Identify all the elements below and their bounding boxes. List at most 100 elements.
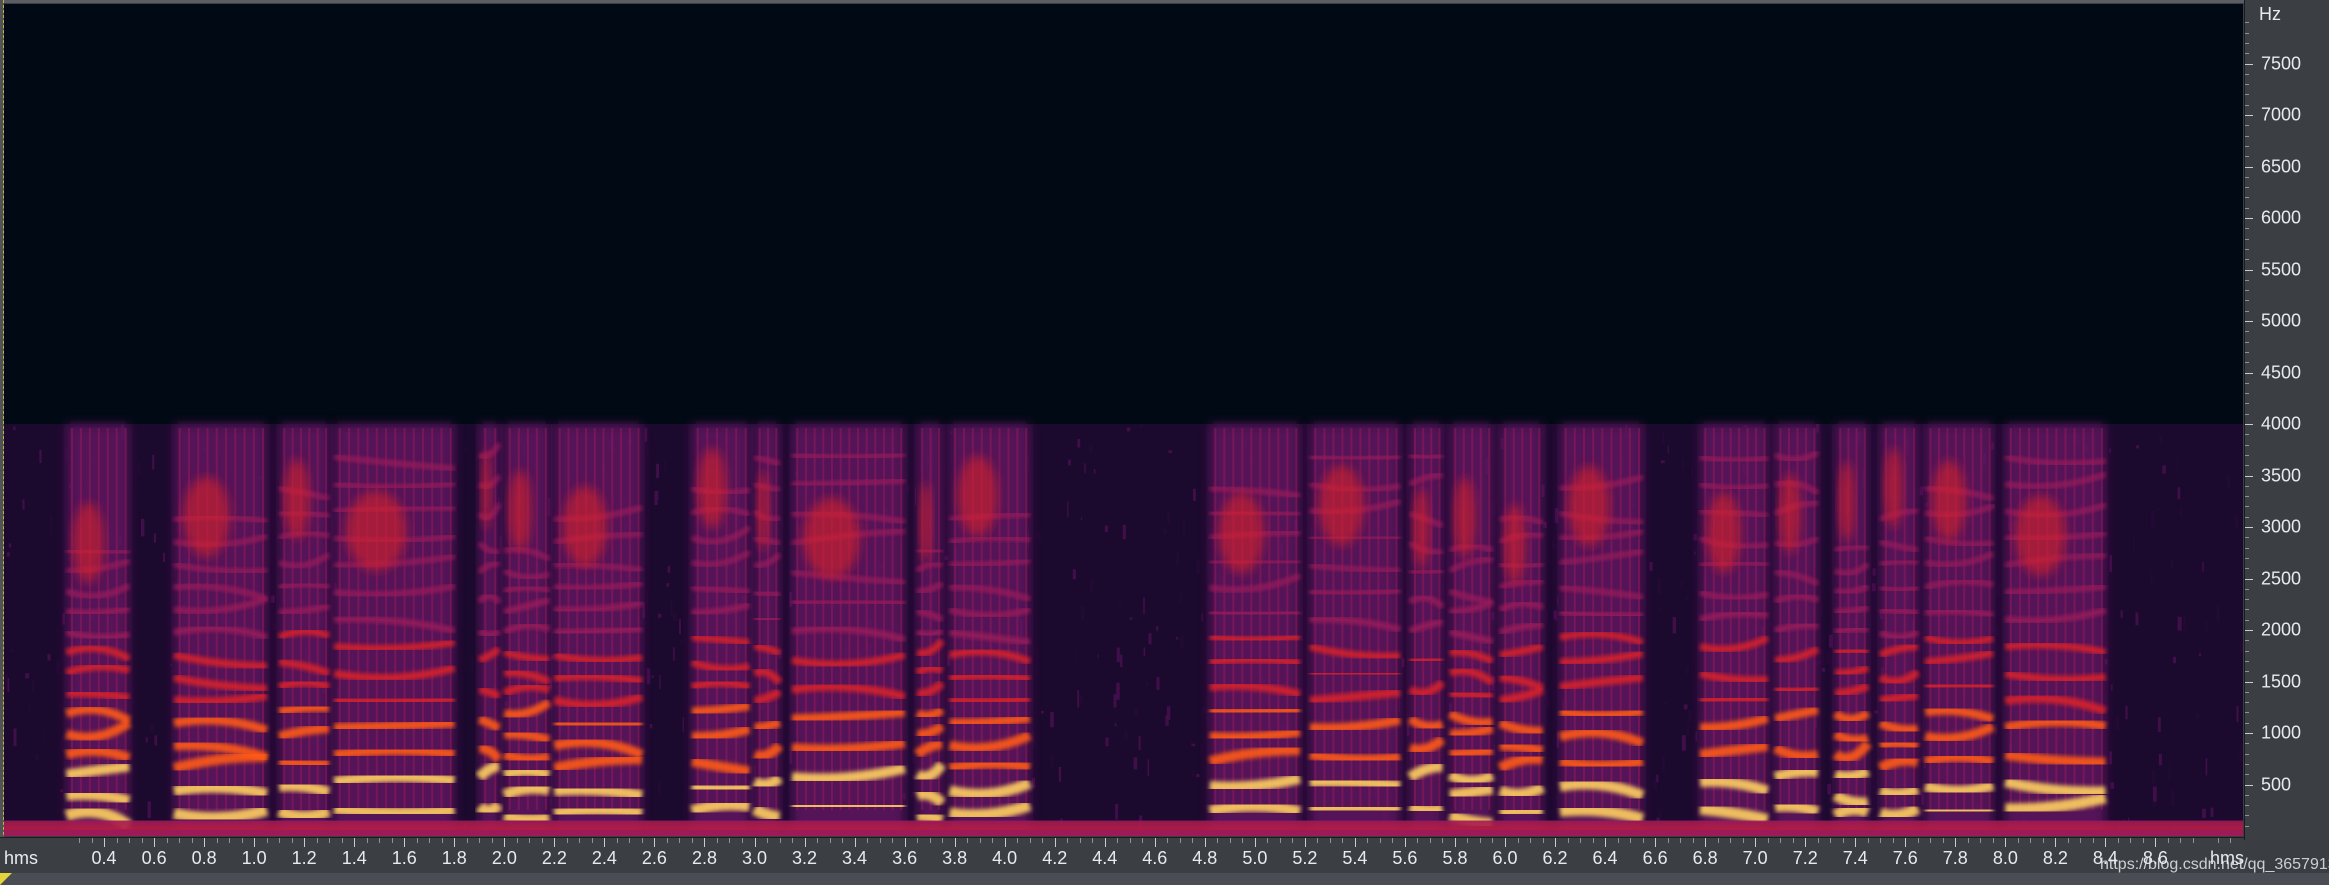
time-minor-tick [929, 838, 931, 843]
time-minor-tick [1192, 838, 1194, 843]
time-ruler[interactable]: hms hms 0.4 0.6 0.8 1.0 1.2 1.4 1.6 1.8 2.0 2.2 2.… [0, 837, 2244, 874]
time-tick [1605, 838, 1607, 847]
time-minor-tick [979, 838, 981, 843]
time-minor-tick [1917, 838, 1919, 843]
frequency-minor-tick [2245, 805, 2249, 807]
time-tick-label: 8.0 [1992, 848, 2018, 868]
time-minor-tick [767, 838, 768, 843]
time-tick-label: 4.8 [1192, 848, 1218, 868]
time-minor-tick [1392, 838, 1394, 843]
voiced-segment [333, 424, 456, 836]
voiced-segment [172, 424, 269, 836]
frequency-minor-tick [2245, 815, 2249, 817]
frequency-minor-tick [2245, 382, 2249, 384]
time-minor-tick [1179, 838, 1181, 843]
time-minor-tick [1129, 838, 1131, 843]
time-minor-tick [179, 838, 181, 843]
frequency-minor-tick [2245, 774, 2249, 776]
time-minor-tick [1329, 838, 1331, 843]
frequency-minor-tick [2245, 712, 2249, 714]
frequency-tick-label: 2500 [2261, 568, 2302, 588]
time-minor-tick [1680, 838, 1682, 843]
time-minor-tick [1442, 838, 1444, 843]
frequency-minor-tick [2245, 722, 2249, 724]
playhead-marker-icon[interactable] [0, 873, 12, 885]
time-minor-tick [2092, 838, 2094, 843]
frequency-tick [2245, 475, 2253, 477]
watermark: https://blog.csdn.net/qq_36579130 [2100, 856, 2329, 873]
time-minor-tick [1892, 838, 1894, 843]
frequency-minor-tick [2245, 22, 2249, 24]
time-minor-tick [1730, 838, 1732, 843]
voiced-segment [1447, 424, 1495, 836]
time-minor-tick [1017, 838, 1019, 843]
horizontal-scrollbar[interactable] [0, 873, 2329, 885]
time-tick [1254, 838, 1256, 847]
time-minor-tick [1492, 838, 1494, 843]
time-minor-tick [1667, 838, 1669, 843]
frequency-minor-tick [2245, 104, 2249, 106]
voiced-segment [690, 424, 752, 836]
time-tick [204, 838, 206, 847]
frequency-minor-tick [2245, 145, 2249, 147]
time-minor-tick [1029, 838, 1031, 843]
frequency-minor-tick [2245, 259, 2249, 261]
frequency-tick-label: 4500 [2261, 362, 2302, 382]
time-minor-tick [1992, 838, 1994, 843]
voiced-segment [1208, 424, 1302, 836]
spectrogram-view[interactable] [4, 4, 2243, 836]
time-tick-label: 6.8 [1692, 848, 1718, 868]
time-minor-tick [1042, 838, 1044, 843]
time-minor-tick [491, 838, 493, 843]
time-tick-label: 2.8 [691, 848, 717, 868]
time-minor-tick [229, 838, 231, 843]
time-minor-tick [1642, 838, 1644, 843]
time-tick-label: 1.6 [391, 848, 417, 868]
time-minor-tick [391, 838, 393, 843]
time-tick [154, 838, 156, 847]
frequency-minor-tick [2245, 42, 2249, 44]
time-tick [1805, 838, 1807, 847]
frequency-ruler[interactable]: Hz 7500 7000 6500 6000 5500 5000 4500 4000 3500 3… [2244, 0, 2329, 840]
time-tick-label: 4.4 [1092, 848, 1118, 868]
time-minor-tick [1942, 838, 1944, 843]
time-minor-tick [1717, 838, 1719, 843]
time-tick [454, 838, 456, 847]
time-minor-tick [1479, 838, 1481, 843]
voiced-segment [914, 424, 947, 836]
time-tick [604, 838, 606, 847]
frequency-minor-tick [2245, 506, 2249, 508]
frequency-minor-tick [2245, 362, 2249, 364]
time-minor-tick [366, 838, 368, 843]
time-tick-label: 4.0 [992, 848, 1018, 868]
frequency-minor-tick [2245, 53, 2249, 55]
time-minor-tick [2167, 838, 2169, 843]
time-tick [1204, 838, 1206, 847]
frequency-minor-tick [2245, 73, 2249, 75]
time-minor-tick [1780, 838, 1782, 843]
time-minor-tick [1530, 838, 1532, 843]
frequency-minor-tick [2245, 640, 2249, 642]
time-tick-label: 2.4 [591, 848, 617, 868]
frequency-minor-tick [2245, 310, 2249, 312]
time-unit-label-left: hms [4, 848, 39, 868]
spectrogram-canvas[interactable] [4, 4, 2243, 836]
time-minor-tick [2192, 838, 2194, 843]
time-tick-label: 2.2 [541, 848, 567, 868]
time-minor-tick [817, 838, 819, 843]
frequency-minor-tick [2245, 763, 2249, 765]
frequency-minor-tick [2245, 32, 2249, 34]
time-minor-tick [1542, 838, 1544, 843]
frequency-minor-tick [2245, 496, 2249, 498]
time-tick-label: 5.2 [1292, 848, 1318, 868]
time-minor-tick [1742, 838, 1744, 843]
time-minor-tick [2030, 838, 2032, 843]
time-tick-label: 0.4 [91, 848, 117, 868]
dc-band [4, 829, 2243, 836]
frequency-minor-tick [2245, 393, 2249, 395]
time-minor-tick [1067, 838, 1069, 843]
frequency-tick [2245, 218, 2253, 219]
frequency-minor-tick [2245, 434, 2249, 436]
voiced-segment [1699, 424, 1770, 836]
time-minor-tick [1429, 838, 1431, 843]
